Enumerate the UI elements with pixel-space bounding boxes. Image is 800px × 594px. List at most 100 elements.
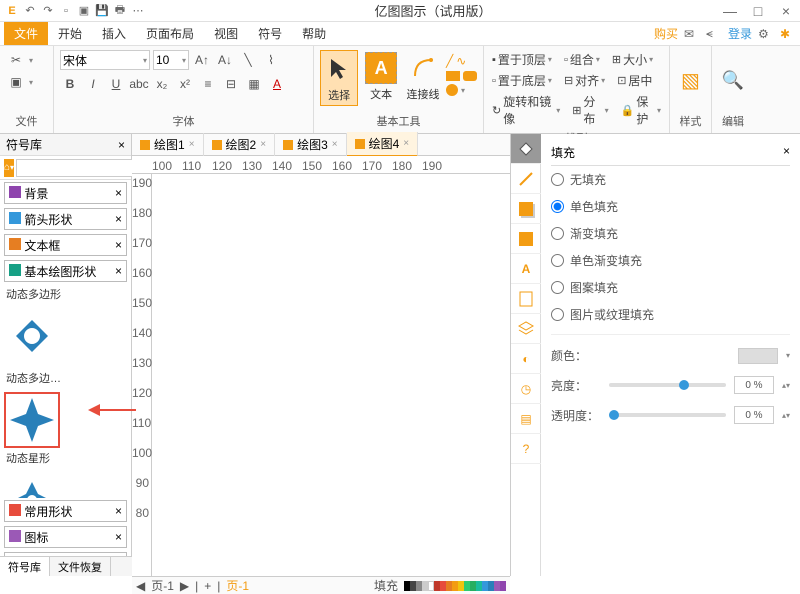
layer-tool-icon[interactable] bbox=[511, 314, 541, 344]
theme-tool-icon[interactable]: ◐ bbox=[511, 344, 541, 374]
roundrect-shape-icon[interactable] bbox=[463, 71, 477, 81]
menu-insert[interactable]: 插入 bbox=[92, 22, 136, 45]
close-icon[interactable]: × bbox=[260, 139, 266, 150]
close-icon[interactable]: × bbox=[189, 139, 195, 150]
strike-icon[interactable]: abc bbox=[129, 74, 149, 94]
underline-icon[interactable]: U bbox=[106, 74, 126, 94]
page-prev-icon[interactable]: ◀ bbox=[136, 579, 145, 593]
doc-tab-1[interactable]: 绘图1× bbox=[132, 133, 204, 156]
right-close-icon[interactable]: × bbox=[783, 144, 790, 161]
select-tool[interactable]: 选择 bbox=[320, 50, 358, 106]
fill-texture[interactable]: 图片或纹理填充 bbox=[551, 301, 790, 328]
fill-gradient[interactable]: 渐变填充 bbox=[551, 220, 790, 247]
print-icon[interactable]: 🖶 bbox=[112, 3, 128, 19]
shape-dyn-poly[interactable] bbox=[4, 308, 60, 364]
fill-none[interactable]: 无填充 bbox=[551, 166, 790, 193]
cat-arrow[interactable]: 箭头形状× bbox=[4, 208, 127, 230]
close-icon[interactable]: × bbox=[332, 139, 338, 150]
distribute-button[interactable]: ⊞分布▾ bbox=[570, 92, 610, 128]
bring-front-button[interactable]: ▪置于顶层▾ bbox=[490, 50, 554, 69]
message-icon[interactable]: ✉ bbox=[684, 27, 700, 41]
brightness-slider[interactable] bbox=[609, 383, 726, 387]
fill-solid[interactable]: 单色填充 bbox=[551, 193, 790, 220]
rect-tool-icon[interactable] bbox=[511, 224, 541, 254]
login-link[interactable]: 登录 bbox=[728, 25, 752, 42]
page-nav[interactable]: 页-1 bbox=[151, 577, 174, 594]
color-strip[interactable] bbox=[404, 581, 506, 591]
number-icon[interactable]: ⊟ bbox=[221, 74, 241, 94]
font-size-select[interactable]: 10▾ bbox=[153, 50, 189, 70]
maximize-button[interactable]: □ bbox=[748, 3, 768, 19]
line-tool-icon[interactable] bbox=[511, 164, 541, 194]
copy-icon[interactable]: ▣ bbox=[6, 72, 26, 92]
opacity-value[interactable]: 0 % bbox=[734, 406, 774, 424]
page-next-icon[interactable]: ▶ bbox=[180, 579, 189, 593]
page-current[interactable]: 页-1 bbox=[226, 577, 249, 594]
menu-layout[interactable]: 页面布局 bbox=[136, 22, 204, 45]
doc-tab-4[interactable]: 绘图4× bbox=[347, 132, 419, 157]
rect-shape-icon[interactable] bbox=[446, 71, 460, 81]
share-icon[interactable]: ⪪ bbox=[706, 26, 722, 41]
doc-tab-3[interactable]: 绘图3× bbox=[275, 133, 347, 156]
fill-solid-gradient[interactable]: 单色渐变填充 bbox=[551, 247, 790, 274]
cut-icon[interactable]: ✂ bbox=[6, 50, 26, 70]
shrink-font-icon[interactable]: A↓ bbox=[215, 50, 235, 70]
data-tool-icon[interactable]: ▤ bbox=[511, 404, 541, 434]
menu-start[interactable]: 开始 bbox=[48, 22, 92, 45]
more-shapes-icon[interactable]: ▾ bbox=[461, 86, 465, 95]
settings-icon[interactable]: ⚙ bbox=[758, 27, 774, 41]
send-back-button[interactable]: ▫置于底层▾ bbox=[490, 71, 554, 90]
style-icon[interactable]: ▧ bbox=[681, 68, 700, 93]
text-tool[interactable]: A 文本 bbox=[362, 50, 400, 104]
highlight-icon[interactable]: ▦ bbox=[244, 74, 264, 94]
close-button[interactable]: × bbox=[776, 3, 796, 19]
text-format-icon[interactable]: A bbox=[511, 254, 541, 284]
opacity-slider[interactable] bbox=[609, 413, 726, 417]
italic-icon[interactable]: I bbox=[83, 74, 103, 94]
bottom-tab-lib[interactable]: 符号库 bbox=[0, 557, 50, 576]
shape-dyn-star[interactable] bbox=[4, 392, 60, 448]
bottom-tab-recover[interactable]: 文件恢复 bbox=[50, 557, 111, 576]
cat-textbox[interactable]: 文本框× bbox=[4, 234, 127, 256]
subscript-icon[interactable]: x₂ bbox=[152, 74, 172, 94]
undo-icon[interactable]: ↶ bbox=[22, 3, 38, 19]
align-button[interactable]: ⊟对齐▾ bbox=[562, 71, 607, 90]
canvas[interactable] bbox=[152, 174, 510, 576]
menu-view[interactable]: 视图 bbox=[204, 22, 248, 45]
font-family-select[interactable]: 宋体▾ bbox=[60, 50, 150, 70]
search-icon[interactable]: 🔍 bbox=[722, 70, 744, 91]
cat-common[interactable]: 常用形状× bbox=[4, 500, 127, 522]
close-icon[interactable]: × bbox=[403, 138, 409, 149]
new-icon[interactable]: ▫ bbox=[58, 3, 74, 19]
help-tool-icon[interactable]: ? bbox=[511, 434, 541, 464]
menu-help[interactable]: 帮助 bbox=[292, 22, 336, 45]
menu-file[interactable]: 文件 bbox=[4, 22, 48, 45]
superscript-icon[interactable]: x² bbox=[175, 74, 195, 94]
panel-close-icon[interactable]: × bbox=[118, 138, 125, 152]
redo-icon[interactable]: ↷ bbox=[40, 3, 56, 19]
grow-font-icon[interactable]: A↑ bbox=[192, 50, 212, 70]
line-style-icon[interactable]: ⌇ bbox=[261, 50, 281, 70]
open-icon[interactable]: ▣ bbox=[76, 3, 92, 19]
menu-symbol[interactable]: 符号 bbox=[248, 22, 292, 45]
size-button[interactable]: ⊞大小▾ bbox=[610, 50, 655, 69]
minimize-button[interactable]: — bbox=[720, 3, 740, 19]
shape-dyn-star-2[interactable] bbox=[4, 472, 60, 498]
clock-tool-icon[interactable]: ◷ bbox=[511, 374, 541, 404]
center-button[interactable]: ⊡居中 bbox=[615, 71, 654, 90]
buy-link[interactable]: 购买 bbox=[654, 25, 678, 42]
home-icon[interactable]: ⌂▾ bbox=[4, 159, 14, 177]
cat-basic[interactable]: 基本绘图形状× bbox=[4, 260, 127, 282]
line-shape-icon[interactable]: ╱ bbox=[446, 54, 453, 68]
font-color-icon[interactable]: A bbox=[267, 74, 287, 94]
doc-tab-2[interactable]: 绘图2× bbox=[204, 133, 276, 156]
cat-icon[interactable]: 图标× bbox=[4, 526, 127, 548]
brightness-value[interactable]: 0 % bbox=[734, 376, 774, 394]
connector-tool[interactable]: 连接线 bbox=[404, 50, 442, 104]
curve-shape-icon[interactable]: ∿ bbox=[456, 54, 466, 68]
page-add-icon[interactable]: + bbox=[204, 579, 211, 593]
shadow-tool-icon[interactable] bbox=[511, 194, 541, 224]
page-tool-icon[interactable] bbox=[511, 284, 541, 314]
circle-shape-icon[interactable] bbox=[446, 84, 458, 96]
group-button[interactable]: ▫组合▾ bbox=[562, 50, 602, 69]
